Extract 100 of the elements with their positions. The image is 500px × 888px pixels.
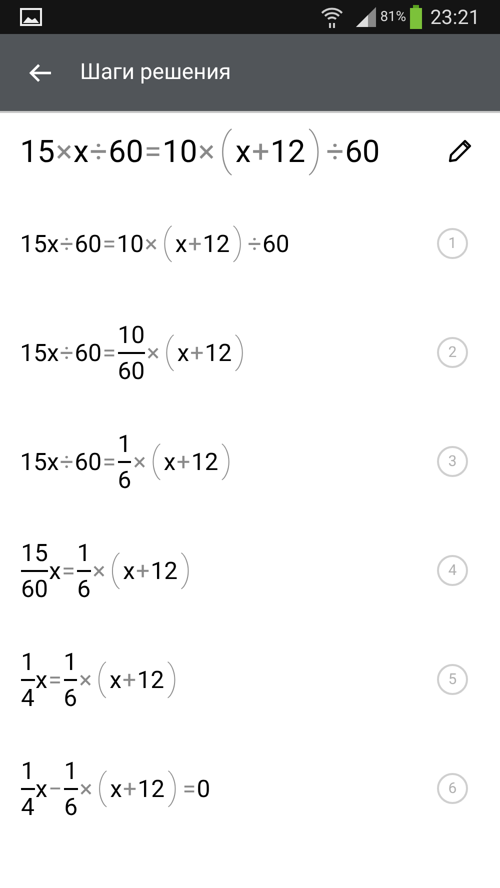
math-operator: =	[102, 340, 116, 364]
wifi-icon	[320, 6, 344, 28]
math-term: 12	[270, 136, 306, 166]
math-term: x	[110, 776, 122, 800]
clock: 23:21	[430, 4, 480, 31]
numerator: 15	[21, 540, 48, 568]
math-term: 15x	[20, 340, 59, 364]
math-operator: ×	[79, 668, 92, 692]
step-number: 2	[437, 337, 468, 368]
denominator: 4	[21, 792, 34, 818]
math-operator: ×	[133, 450, 146, 474]
denominator: 6	[64, 682, 78, 710]
math-term: x	[177, 340, 190, 364]
math-term: 15x	[20, 232, 59, 256]
step-number: 1	[437, 228, 468, 259]
math-operator: +	[136, 558, 150, 582]
numerator: 1	[118, 432, 132, 460]
math-operator: ÷	[248, 232, 262, 256]
numerator: 1	[77, 540, 91, 568]
numerator: 10	[118, 322, 145, 350]
math-operator: =	[102, 232, 116, 256]
math-operator: ÷	[60, 450, 74, 474]
numerator: 1	[64, 650, 78, 678]
denominator: 60	[118, 356, 145, 382]
math-operator: +	[188, 232, 202, 256]
math-term: 10	[162, 136, 198, 166]
parenthesis: )	[234, 333, 246, 369]
math-term: 60	[262, 232, 290, 256]
math-term: 12	[202, 232, 230, 256]
battery-icon	[410, 5, 422, 29]
math-term: 60	[108, 136, 144, 166]
math-operator: +	[252, 136, 270, 166]
math-operator: ×	[198, 136, 215, 166]
parenthesis: (	[96, 660, 107, 696]
math-term: x	[110, 668, 122, 692]
math-term: x	[36, 776, 48, 800]
parenthesis: (	[164, 333, 174, 369]
math-term: 60	[345, 136, 380, 166]
parenthesis: (	[150, 442, 161, 478]
denominator: 4	[21, 682, 34, 710]
parenthesis: (	[162, 224, 172, 260]
parenthesis: )	[232, 224, 244, 260]
math-operator: =	[144, 136, 162, 166]
denominator: 60	[21, 574, 48, 600]
parenthesis: )	[180, 551, 192, 587]
screen-title: Шаги решения	[80, 59, 232, 87]
math-term: x	[123, 558, 135, 582]
parenthesis: )	[221, 442, 232, 478]
step-number: 5	[437, 664, 468, 695]
numerator: 1	[21, 650, 34, 678]
math-term: 12	[191, 450, 218, 474]
math-term: 15x	[20, 450, 59, 474]
math-term: 12	[138, 776, 165, 800]
math-operator: =	[102, 450, 116, 474]
pencil-icon	[447, 138, 473, 164]
math-operator: +	[122, 668, 136, 692]
math-term: 12	[137, 668, 164, 692]
math-term: x	[48, 558, 61, 582]
math-term: x	[36, 668, 48, 692]
math-operator: −	[48, 776, 62, 800]
math-term: 12	[150, 558, 178, 582]
math-operator: ×	[80, 776, 92, 800]
step-number: 4	[437, 555, 468, 586]
signal-icon	[356, 7, 376, 27]
math-term: 12	[204, 340, 232, 364]
math-term: 60	[74, 340, 102, 364]
math-operator: ×	[92, 558, 106, 582]
step-number: 3	[437, 446, 468, 477]
math-term: 60	[74, 232, 102, 256]
math-term: 60	[74, 450, 102, 474]
math-operator: +	[123, 776, 137, 800]
math-term: 0	[196, 776, 210, 800]
numerator: 1	[64, 758, 78, 786]
math-operator: =	[182, 776, 196, 800]
math-term: 15	[20, 136, 55, 166]
math-operator: ×	[144, 232, 158, 256]
math-term: x	[164, 450, 176, 474]
math-term: x	[73, 136, 89, 166]
parenthesis: )	[167, 660, 178, 696]
back-arrow-icon	[28, 62, 52, 82]
denominator: 6	[77, 574, 91, 600]
denominator: 6	[118, 464, 132, 492]
math-term: 10	[116, 232, 144, 256]
math-term: x	[175, 232, 188, 256]
math-operator: ÷	[90, 136, 108, 166]
math-term: x	[235, 136, 251, 166]
denominator: 6	[64, 792, 78, 818]
math-operator: ÷	[60, 232, 74, 256]
math-operator: ×	[56, 136, 72, 166]
math-operator: =	[48, 668, 62, 692]
parenthesis: (	[96, 769, 108, 805]
math-operator: ×	[146, 340, 160, 364]
battery-percent: 81%	[380, 8, 406, 26]
numerator: 1	[21, 758, 34, 786]
math-operator: +	[190, 340, 204, 364]
math-operator: =	[62, 558, 76, 582]
math-operator: +	[176, 450, 190, 474]
math-operator: ÷	[326, 136, 344, 166]
math-operator: ÷	[60, 340, 74, 364]
parenthesis: (	[109, 551, 120, 587]
